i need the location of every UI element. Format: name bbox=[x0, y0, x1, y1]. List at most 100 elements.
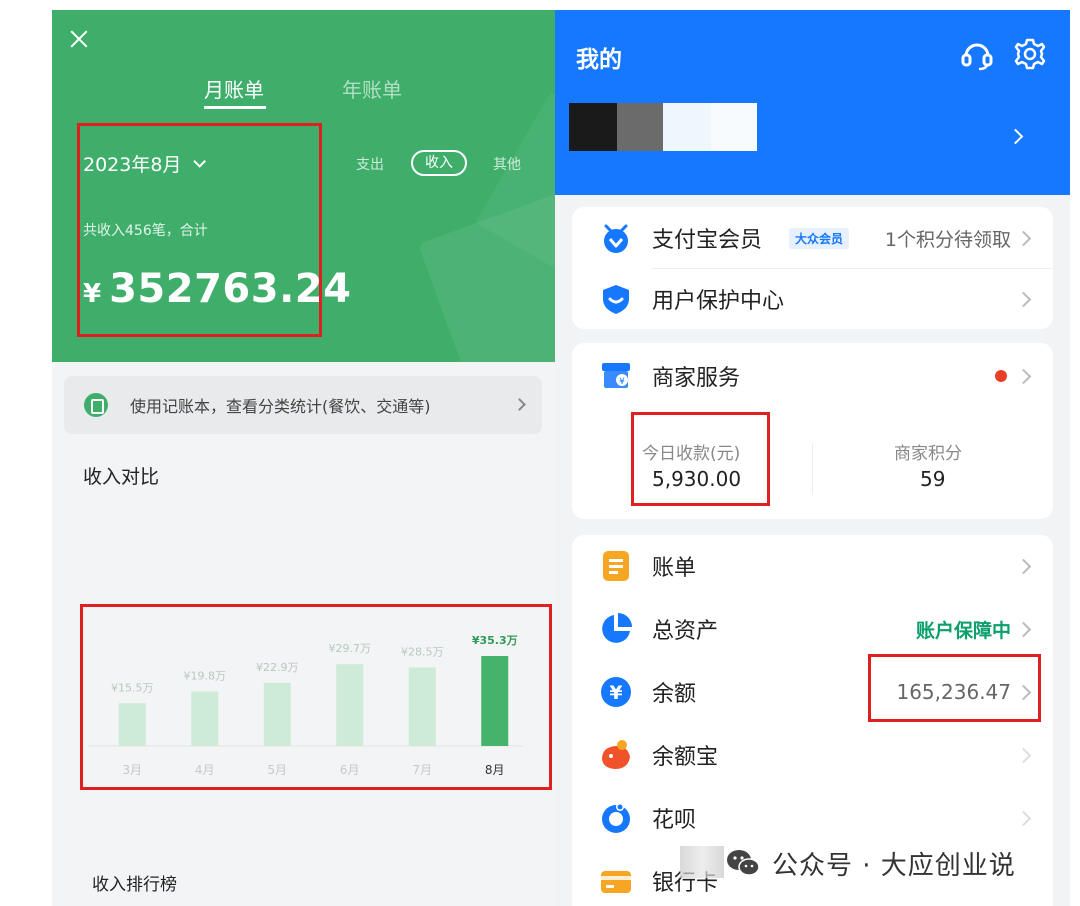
tab-monthly-bill[interactable]: 月账单 bbox=[204, 74, 264, 103]
income-compare-chart: ¥15.5万 3月 ¥19.8万 4月 ¥22.9万 5月 ¥29.7万 6月 ¥28.5万 7月… bbox=[88, 616, 543, 786]
income-bar-chart: ¥15.5万 3月 ¥19.8万 4月 ¥22.9万 5月 ¥29.7万 6月 ¥28.5万 7月… bbox=[88, 634, 523, 777]
income-compare-title: 收入对比 bbox=[83, 466, 160, 488]
chevron-right-icon bbox=[1015, 684, 1032, 700]
bar-7月[interactable] bbox=[408, 667, 436, 746]
filter-income[interactable]: 收入 bbox=[411, 150, 467, 176]
total-assets-label: 总资产 bbox=[652, 619, 719, 644]
alipay-member-label: 支付宝会员 bbox=[652, 228, 763, 253]
membership-card: 支付宝会员 大众会员 1个积分待领取 用户保护中心 bbox=[572, 207, 1053, 329]
bill-label: 账单 bbox=[652, 556, 697, 581]
active-tab-indicator bbox=[204, 106, 266, 109]
merchant-service-row[interactable]: ¥ 商家服务 bbox=[572, 345, 1053, 407]
pie-chart-icon bbox=[602, 613, 632, 643]
balance-value: 165,236.47 bbox=[896, 680, 1011, 704]
user-protection-row[interactable]: 用户保护中心 bbox=[572, 268, 1053, 330]
bill-icon bbox=[603, 551, 629, 581]
blur-block bbox=[711, 103, 757, 151]
income-total-amount: 352763.24 bbox=[109, 266, 352, 312]
watermark: 公众号 · 大应创业说 bbox=[680, 838, 1070, 888]
ledger-icon bbox=[84, 393, 108, 417]
balance-row[interactable]: ¥ 余额 165,236.47 bbox=[572, 661, 1053, 723]
x-tick-label: 8月 bbox=[485, 763, 505, 777]
x-tick-label: 3月 bbox=[122, 763, 142, 777]
x-tick-label: 4月 bbox=[195, 763, 215, 777]
bar-value-label: ¥29.7万 bbox=[329, 642, 372, 655]
chevron-right-icon[interactable] bbox=[1007, 128, 1024, 145]
bar-3月[interactable] bbox=[118, 703, 146, 746]
chevron-right-icon bbox=[1015, 810, 1032, 826]
shield-icon bbox=[603, 285, 629, 314]
income-summary: 共收入456笔，合计 bbox=[83, 223, 208, 239]
yuebao-row[interactable]: 余额宝 bbox=[572, 724, 1053, 786]
merchant-points-value[interactable]: 59 bbox=[920, 467, 945, 491]
close-icon[interactable] bbox=[68, 28, 90, 50]
wechat-icon bbox=[727, 850, 760, 876]
headset-icon[interactable] bbox=[960, 38, 994, 72]
svg-text:¥: ¥ bbox=[609, 682, 622, 704]
month-selector[interactable]: 2023年8月 bbox=[83, 150, 207, 177]
blur-block bbox=[617, 103, 663, 151]
x-tick-label: 6月 bbox=[340, 763, 360, 777]
user-protection-label: 用户保护中心 bbox=[652, 289, 785, 314]
ledger-banner[interactable]: 使用记账本，查看分类统计(餐饮、交通等) bbox=[64, 376, 542, 434]
mine-header: 我的 bbox=[555, 10, 1070, 195]
watermark-blur bbox=[680, 846, 724, 878]
month-selector-label: 2023年8月 bbox=[83, 154, 182, 176]
x-tick-label: 5月 bbox=[267, 763, 287, 777]
bar-value-label: ¥15.5万 bbox=[111, 681, 154, 694]
screenshot-stage: 月账单 年账单 2023年8月 支出 收入 其他 共收入456笔，合计 ¥ 35… bbox=[0, 0, 1080, 906]
bar-4月[interactable] bbox=[191, 691, 219, 746]
svg-text:¥: ¥ bbox=[619, 377, 625, 387]
bank-card-icon bbox=[601, 871, 631, 893]
monthly-bill-panel: 月账单 年账单 2023年8月 支出 收入 其他 共收入456笔，合计 ¥ 35… bbox=[52, 10, 555, 906]
account-protected-status: 账户保障中 bbox=[915, 619, 1011, 642]
divider bbox=[812, 443, 813, 495]
chevron-right-icon bbox=[1015, 230, 1032, 246]
currency-symbol: ¥ bbox=[83, 279, 102, 309]
mine-panel: 我的 支付宝会员 大众会员 1个积分待领取 用户保护中心 ¥ 商家服务 今日收款… bbox=[555, 10, 1070, 906]
profile-blurred[interactable] bbox=[569, 103, 757, 151]
income-total: ¥ 352763.24 bbox=[83, 266, 351, 312]
bar-8月[interactable] bbox=[481, 656, 509, 746]
chevron-right-icon bbox=[513, 398, 526, 411]
huabei-icon bbox=[602, 803, 630, 833]
blur-block bbox=[663, 103, 711, 151]
bar-value-label: ¥35.3万 bbox=[472, 634, 518, 647]
chevron-down-icon bbox=[193, 155, 207, 168]
total-assets-row[interactable]: 总资产 账户保障中 bbox=[572, 598, 1053, 660]
vip-level-badge: 大众会员 bbox=[789, 227, 850, 249]
bar-value-label: ¥19.8万 bbox=[184, 669, 227, 682]
merchant-points-label: 商家积分 bbox=[894, 444, 962, 464]
bar-6月[interactable] bbox=[336, 664, 364, 746]
merchant-card: ¥ 商家服务 今日收款(元) 5,930.00 商家积分 59 bbox=[572, 343, 1053, 519]
bar-value-label: ¥28.5万 bbox=[401, 646, 444, 659]
today-received-label: 今日收款(元) bbox=[642, 444, 741, 464]
x-tick-label: 7月 bbox=[412, 763, 432, 777]
filter-expense[interactable]: 支出 bbox=[356, 154, 384, 174]
today-received-value[interactable]: 5,930.00 bbox=[652, 467, 741, 491]
notification-dot bbox=[995, 370, 1007, 382]
bill-row[interactable]: 账单 bbox=[572, 535, 1053, 597]
yuebao-icon bbox=[602, 740, 630, 769]
chevron-right-icon bbox=[1015, 621, 1032, 637]
gear-icon[interactable] bbox=[1013, 37, 1047, 71]
member-icon bbox=[604, 224, 628, 253]
filter-other[interactable]: 其他 bbox=[493, 154, 521, 174]
ledger-banner-text: 使用记账本，查看分类统计(餐饮、交通等) bbox=[130, 397, 431, 416]
bill-header: 月账单 年账单 2023年8月 支出 收入 其他 共收入456笔，合计 ¥ 35… bbox=[52, 10, 555, 362]
yuan-coin-icon: ¥ bbox=[601, 677, 631, 707]
balance-label: 余额 bbox=[652, 682, 697, 707]
income-rank-title: 收入排行榜 bbox=[92, 875, 177, 895]
alipay-member-row[interactable]: 支付宝会员 大众会员 1个积分待领取 bbox=[572, 207, 1053, 269]
tab-yearly-bill[interactable]: 年账单 bbox=[342, 74, 402, 103]
watermark-text: 公众号 · 大应创业说 bbox=[772, 850, 1016, 881]
points-pending-text: 1个积分待领取 bbox=[884, 228, 1011, 251]
blur-block bbox=[569, 103, 617, 151]
merchant-service-label: 商家服务 bbox=[652, 366, 741, 391]
page-title: 我的 bbox=[576, 47, 622, 73]
bar-value-label: ¥22.9万 bbox=[256, 661, 299, 674]
bar-5月[interactable] bbox=[263, 682, 291, 746]
yuebao-label: 余额宝 bbox=[652, 745, 719, 770]
store-icon: ¥ bbox=[602, 363, 630, 388]
chevron-right-icon bbox=[1015, 747, 1032, 763]
